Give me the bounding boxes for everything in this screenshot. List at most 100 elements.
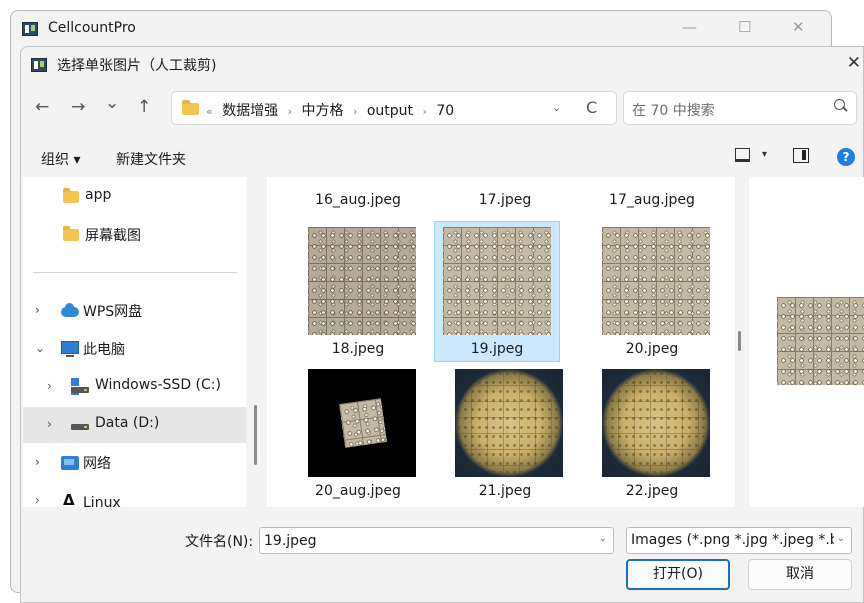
sidebar-item-windows-ssd[interactable]: › Windows-SSD (C:) (23, 369, 246, 405)
sidebar-item-label: Windows-SSD (C:) (95, 377, 221, 393)
file-type-filter[interactable]: Images (*.png *.jpg *.jpeg *.b ⌄ (626, 527, 852, 554)
dialog-close-button[interactable]: ✕ (847, 53, 861, 73)
up-button[interactable]: ↑ (137, 97, 151, 117)
image-thumbnail (443, 227, 551, 335)
chevron-right-icon[interactable]: › (47, 417, 52, 431)
organize-menu[interactable]: 组织 ▾ (41, 149, 80, 169)
chevron-down-icon[interactable]: ⌄ (599, 533, 607, 544)
breadcrumb: « 数据增强 › 中方格 › output › 70 (206, 100, 459, 120)
file-name: 20_aug.jpeg (315, 483, 401, 499)
preview-pane-icon[interactable] (793, 148, 809, 163)
new-folder-button[interactable]: 新建文件夹 (116, 149, 186, 169)
address-bar[interactable]: « 数据增强 › 中方格 › output › 70 ⌄ C (171, 91, 617, 125)
file-name: 17_aug.jpeg (609, 192, 695, 208)
chevron-right-icon[interactable]: › (35, 303, 40, 317)
back-button[interactable]: ← (35, 97, 49, 117)
file-name: 18.jpeg (331, 341, 385, 357)
file-item[interactable]: 22.jpeg (589, 363, 715, 504)
file-item[interactable]: 17.jpeg (442, 177, 568, 208)
file-list-scrollbar[interactable] (738, 331, 741, 351)
help-icon[interactable]: ? (837, 148, 855, 166)
view-dropdown-icon[interactable]: ▾ (762, 149, 767, 160)
drive-icon (71, 387, 89, 393)
file-item[interactable]: 18.jpeg (295, 221, 421, 362)
sidebar-item-label: 网络 (83, 456, 111, 472)
file-name: 20.jpeg (625, 341, 679, 357)
sidebar-item-wps-drive[interactable]: › WPS网盘 (23, 293, 246, 329)
parent-window-title: CellcountPro (48, 20, 136, 36)
sidebar-item-screenshots[interactable]: 屏幕截图 (23, 217, 246, 253)
sidebar-item-label: WPS网盘 (83, 304, 143, 320)
file-item[interactable]: 17_aug.jpeg (589, 177, 715, 208)
folder-icon (63, 226, 79, 241)
file-item[interactable]: 21.jpeg (442, 363, 568, 504)
rotated-image-patch (339, 398, 387, 448)
file-type-filter-value: Images (*.png *.jpg *.jpeg *.b (631, 532, 839, 548)
sidebar-item-data-drive[interactable]: › Data (D:) (23, 407, 246, 443)
sidebar-item-label: app (85, 187, 112, 203)
image-thumbnail (308, 227, 416, 335)
chevron-down-icon[interactable]: ⌄ (35, 341, 45, 355)
file-item-selected[interactable]: 19.jpeg (434, 221, 560, 362)
search-input[interactable]: 在 70 中搜索 (632, 100, 715, 120)
chevron-right-icon: › (422, 105, 427, 118)
computer-icon (61, 341, 79, 357)
refresh-icon[interactable]: C (586, 98, 597, 117)
cloud-icon (61, 303, 79, 317)
app-icon (31, 58, 47, 72)
file-name: 21.jpeg (478, 483, 532, 499)
chevron-right-icon[interactable]: › (35, 455, 40, 469)
sidebar-item-linux[interactable]: › Δ Linux (23, 483, 246, 507)
breadcrumb-item[interactable]: 中方格 (302, 103, 344, 119)
chevron-right-icon: › (352, 105, 358, 118)
navigation-scrollbar[interactable] (254, 405, 257, 465)
dialog-title-bar: 选择单张图片（人工裁剪) ✕ (21, 47, 864, 81)
breadcrumb-item[interactable]: 数据增强 (222, 103, 278, 119)
file-name: 19.jpeg (470, 341, 524, 357)
filename-label: 文件名(N): (185, 534, 254, 550)
filename-field[interactable]: ⌄ (259, 527, 614, 554)
folder-icon (63, 188, 79, 203)
chevron-right-icon[interactable]: › (35, 493, 40, 507)
chevron-down-icon[interactable]: ⌄ (833, 533, 845, 544)
search-box[interactable]: 在 70 中搜索 (623, 91, 857, 125)
recent-locations-button[interactable]: ⌄ (105, 93, 119, 113)
sidebar-item-label: 屏幕截图 (85, 228, 141, 244)
folder-icon (182, 100, 199, 115)
file-name: 17.jpeg (478, 192, 532, 208)
minimize-button[interactable]: — (682, 18, 697, 36)
address-dropdown-icon[interactable]: ⌄ (552, 101, 561, 114)
maximize-button[interactable]: ☐ (738, 18, 751, 36)
parent-close-button[interactable]: ✕ (792, 18, 805, 36)
sidebar-item-this-pc[interactable]: ⌄ 此电脑 (23, 331, 246, 367)
file-name: 22.jpeg (625, 483, 679, 499)
cancel-button[interactable]: 取消 (748, 559, 852, 590)
search-icon[interactable] (834, 99, 848, 113)
overflow-chevron-icon[interactable]: « (206, 105, 213, 118)
sidebar-item-network[interactable]: › 网络 (23, 445, 246, 481)
chevron-right-icon: › (287, 105, 293, 118)
divider (33, 272, 237, 273)
parent-title-bar: CellcountPro — ☐ ✕ (12, 18, 824, 46)
filename-input[interactable] (264, 531, 584, 551)
file-list: 16_aug.jpeg 17.jpeg 17_aug.jpeg 18.jpeg … (267, 177, 735, 507)
chevron-right-icon[interactable]: › (47, 379, 52, 393)
image-thumbnail (308, 369, 416, 477)
image-thumbnail (455, 369, 563, 477)
breadcrumb-item[interactable]: output (367, 103, 413, 119)
linux-icon: Δ (63, 491, 75, 507)
image-thumbnail (602, 369, 710, 477)
breadcrumb-item[interactable]: 70 (436, 103, 454, 119)
app-icon (22, 22, 38, 36)
preview-pane (749, 177, 864, 507)
file-item[interactable]: 20_aug.jpeg (295, 363, 421, 504)
open-button[interactable]: 打开(O) (626, 559, 730, 590)
file-item[interactable]: 16_aug.jpeg (295, 177, 421, 208)
forward-button[interactable]: → (71, 97, 85, 117)
image-thumbnail (602, 227, 710, 335)
view-mode-icon[interactable] (735, 148, 750, 162)
file-item[interactable]: 20.jpeg (589, 221, 715, 362)
sidebar-item-app[interactable]: app (23, 179, 246, 215)
navigation-pane: app 屏幕截图 › WPS网盘 ⌄ 此电脑 › Windows-SSD (C:… (23, 177, 246, 507)
sidebar-item-label: 此电脑 (83, 342, 125, 358)
